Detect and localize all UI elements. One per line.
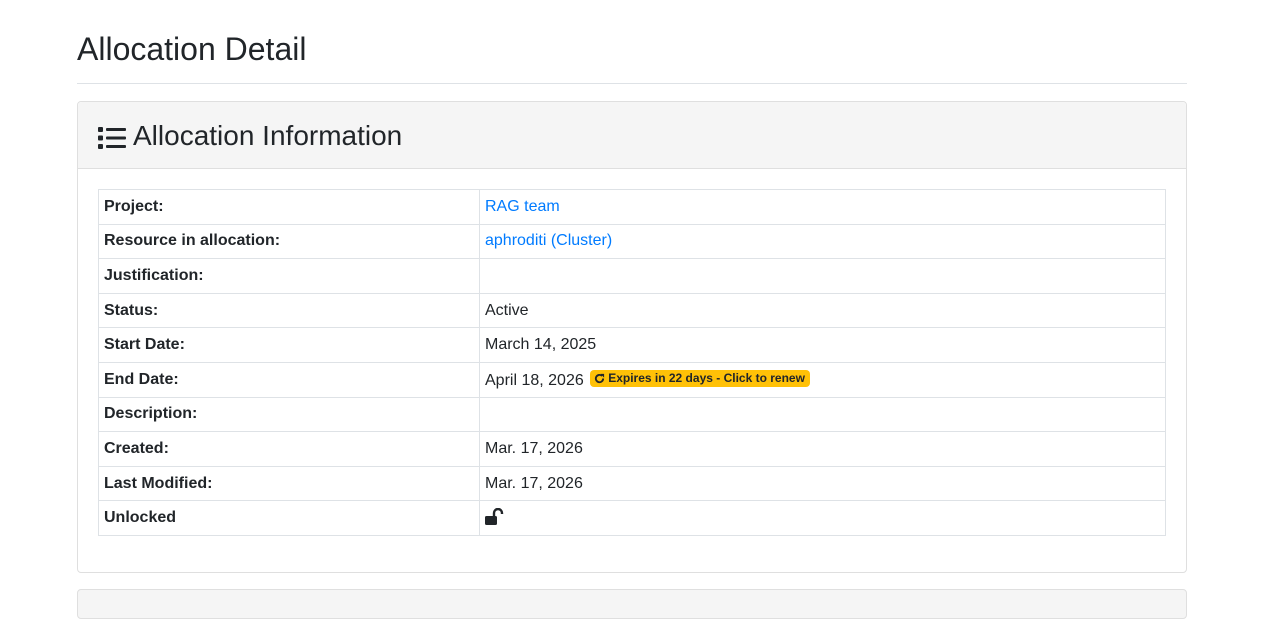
renew-badge-button[interactable]: Expires in 22 days - Click to renew (590, 369, 810, 387)
table-row-justification: Justification: (98, 258, 1166, 294)
end-date-value-cell: April 18, 2026 Expires in 22 days - Clic… (479, 361, 1166, 398)
status-label: Status: (98, 292, 480, 329)
table-row-project: Project: RAG team (98, 189, 1166, 225)
list-icon (98, 127, 126, 149)
created-value: Mar. 17, 2026 (479, 431, 1166, 467)
renew-badge-label: Expires in 22 days - Click to renew (608, 370, 805, 385)
start-date-value: March 14, 2025 (479, 327, 1166, 363)
allocation-info-table: Project: RAG team Resource in allocation… (98, 189, 1166, 536)
table-row-last-modified: Last Modified: Mar. 17, 2026 (98, 465, 1166, 502)
table-row-created: Created: Mar. 17, 2026 (98, 431, 1166, 467)
table-row-start-date: Start Date: March 14, 2025 (98, 327, 1166, 363)
resource-value-cell: aphroditi (Cluster) (479, 223, 1166, 260)
project-value-cell: RAG team (479, 189, 1166, 225)
page-title: Allocation Detail (77, 0, 1187, 84)
card-header: Allocation Information (78, 102, 1186, 169)
table-row-end-date: End Date: April 18, 2026 Expires in 22 d… (98, 361, 1166, 398)
start-date-label: Start Date: (98, 327, 480, 363)
allocation-information-card: Allocation Information Project: RAG team… (77, 101, 1187, 573)
project-label: Project: (98, 189, 480, 225)
unlocked-label: Unlocked (98, 500, 480, 536)
next-card (77, 589, 1187, 619)
status-value: Active (479, 292, 1166, 329)
table-row-status: Status: Active (98, 292, 1166, 329)
unlock-icon (485, 508, 504, 526)
unlocked-value-cell (479, 500, 1166, 536)
justification-value (479, 258, 1166, 294)
project-link[interactable]: RAG team (485, 198, 560, 215)
resource-link[interactable]: aphroditi (Cluster) (485, 232, 612, 249)
table-row-resource: Resource in allocation: aphroditi (Clust… (98, 223, 1166, 260)
last-modified-value: Mar. 17, 2026 (479, 465, 1166, 502)
resource-label: Resource in allocation: (98, 223, 480, 260)
refresh-icon (595, 373, 605, 383)
last-modified-label: Last Modified: (98, 465, 480, 502)
created-label: Created: (98, 431, 480, 467)
table-row-unlocked: Unlocked (98, 500, 1166, 536)
card-body: Project: RAG team Resource in allocation… (78, 169, 1186, 536)
description-label: Description: (98, 396, 480, 433)
end-date-label: End Date: (98, 361, 480, 398)
table-row-description: Description: (98, 396, 1166, 433)
justification-label: Justification: (98, 258, 480, 294)
end-date-value: April 18, 2026 (485, 371, 584, 389)
description-value (479, 396, 1166, 433)
card-title: Allocation Information (133, 120, 403, 151)
main-container: Allocation Detail Allocation Information… (77, 0, 1187, 619)
